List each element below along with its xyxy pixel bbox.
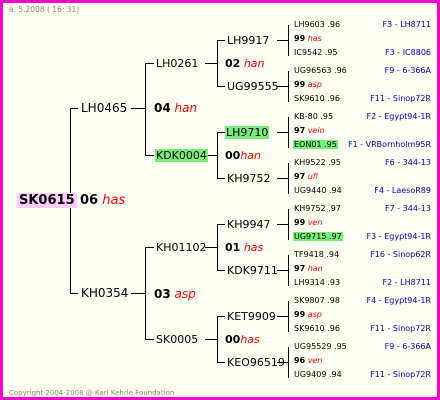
g5-node-17: 97 han: [294, 264, 323, 273]
g4-node-1-info: 02 han: [225, 57, 265, 70]
pedigree-frame: a. 5.2008 ( 16: 31) SK0615 06 has LH0465…: [0, 0, 440, 400]
g5-node-12[interactable]: UG9440 .94: [294, 186, 342, 195]
g5-node-16[interactable]: TF9418 .94: [294, 250, 339, 259]
g3-node-3-info: 01 has: [225, 241, 264, 254]
g3-node-2[interactable]: KDK0004: [155, 149, 208, 162]
g4-node-6[interactable]: KDK9711: [227, 264, 278, 277]
g5-node-15[interactable]: UG9715 .97: [293, 232, 343, 241]
g5-node-11: 97 ufi: [294, 172, 318, 181]
g5-node-18-line: F2 - LH8711: [382, 278, 432, 287]
copyright-footer: Copyright 2004-2008 @ Karl Kehrle Founda…: [9, 389, 175, 397]
g5-node-6-line: F11 - Sinop72R: [370, 94, 431, 103]
g5-node-22-line: F9 - 6-366A: [384, 342, 431, 351]
g5-node-4-line: F9 - 6-366A: [384, 66, 431, 75]
g5-node-7-line: F2 - Egypt94-1R: [366, 112, 431, 121]
g3-node-1-info: 04 han: [154, 101, 198, 115]
g5-node-14: 99 ven: [294, 218, 323, 227]
g5-node-22[interactable]: UG95529 .95: [294, 342, 347, 351]
g5-node-3-line: F3 - IC8806: [385, 48, 431, 57]
g5-node-21[interactable]: SK9610 .96: [294, 324, 340, 333]
g5-node-13[interactable]: KH9752 .97: [294, 204, 341, 213]
dam-info: 03 asp: [154, 287, 196, 301]
g5-node-7[interactable]: KB-80 .95: [294, 112, 333, 121]
g5-node-20: 99 asp: [294, 310, 322, 319]
root-queen-info: 06 has: [80, 193, 125, 208]
g5-node-24-line: F11 - Sinop72R: [370, 370, 431, 379]
g5-node-19[interactable]: SK9807 .98: [294, 296, 340, 305]
g5-node-15-line: F3 - Egypt94-1R: [366, 232, 431, 241]
g5-node-21-line: F11 - Sinop72R: [370, 324, 431, 333]
g4-node-2[interactable]: UG99555: [227, 80, 279, 93]
g4-node-7[interactable]: KET9909: [227, 310, 276, 323]
g5-node-16-line: F16 - Sinop62R: [370, 250, 431, 259]
g4-node-3[interactable]: LH9710: [225, 126, 270, 139]
g5-node-1-line: F3 - LH8711: [382, 20, 432, 29]
g4-node-1[interactable]: LH9917: [227, 34, 269, 47]
g5-node-6[interactable]: SK9610 .96: [294, 94, 340, 103]
root-queen-race: has: [102, 193, 126, 208]
g5-node-9[interactable]: EON01 .95: [293, 140, 338, 149]
g5-node-1[interactable]: LH9603 .96: [294, 20, 340, 29]
g5-node-2: 99 has: [294, 34, 322, 43]
g5-node-5: 99 asp: [294, 80, 322, 89]
g3-node-1[interactable]: LH0261: [156, 57, 198, 70]
g5-node-3[interactable]: IC9542 .95: [294, 48, 338, 57]
g5-node-19-line: F4 - Egypt94-1R: [366, 296, 431, 305]
g4-node-5[interactable]: KH9947: [227, 218, 270, 231]
root-queen-id[interactable]: SK0615: [17, 193, 77, 208]
g5-node-4[interactable]: UG96563 .96: [294, 66, 347, 75]
g5-node-12-line: F4 - LaesoR89: [374, 186, 431, 195]
g5-node-24[interactable]: UG9409 .94: [294, 370, 342, 379]
g3-node-4[interactable]: SK0005: [156, 333, 198, 346]
dam-id[interactable]: KH0354: [81, 286, 128, 300]
g5-node-8: 97 vein: [294, 126, 325, 135]
g5-node-13-line: F7 - 344-13: [385, 204, 431, 213]
sire-id[interactable]: LH0465: [81, 101, 127, 115]
g4-node-4[interactable]: KH9752: [227, 172, 270, 185]
g3-node-4-info: 00has: [225, 333, 260, 346]
g4-node-8[interactable]: KEO96519: [227, 356, 285, 369]
g5-node-10[interactable]: KH9522 .95: [294, 158, 341, 167]
g5-node-18[interactable]: LH9314 .93: [294, 278, 340, 287]
g5-node-23: 96 ven: [294, 356, 323, 365]
g3-node-2-info: 00han: [225, 149, 261, 162]
print-date: a. 5.2008 ( 16: 31): [9, 5, 80, 14]
g3-node-3[interactable]: KH01102: [156, 241, 206, 254]
g5-node-9-line: F1 - VRBornholm95R: [347, 140, 431, 149]
root-queen-year: 06: [80, 193, 99, 208]
g5-node-10-line: F6 - 344-13: [385, 158, 431, 167]
